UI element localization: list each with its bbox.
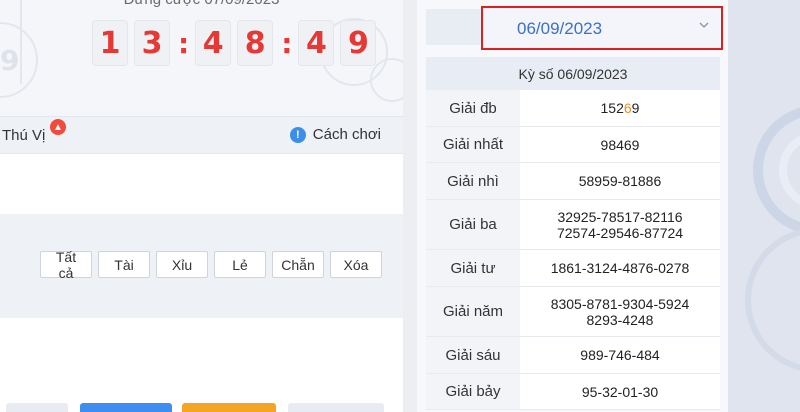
prize-label: Giải năm <box>426 287 520 336</box>
action-button[interactable] <box>80 403 172 412</box>
prize-number: 1861-3124-4876-0278 <box>550 260 690 276</box>
prize-number: 58959-81886 <box>578 173 662 189</box>
special-prize-prefix: 152 <box>600 100 624 116</box>
prize-number: 32925-78517-82116 <box>557 208 683 225</box>
prize-value: 98469 <box>520 127 720 162</box>
how-to-play-link[interactable]: ! Cách chơi <box>289 126 381 143</box>
prize-number: 72574-29546-87724 <box>556 224 684 241</box>
prize-number: 8305-8781-9304-5924 <box>550 295 690 312</box>
filter-chan-button[interactable]: Chẵn <box>272 251 324 278</box>
prize-label: Giải sáu <box>426 337 520 373</box>
draw-date-value: 06/09/2023 <box>517 19 603 38</box>
filter-all-button[interactable]: Tất cả <box>40 249 92 281</box>
filter-le-button[interactable]: Lẻ <box>214 251 266 278</box>
table-row: Giải nhì 58959-81886 <box>426 163 720 200</box>
draw-date-select[interactable]: 06/09/2023 <box>481 6 723 50</box>
table-row: Giải nhất 98469 <box>426 127 720 163</box>
countdown-timer: 1 3 : 4 8 : 4 9 <box>92 20 382 66</box>
countdown-digit: 3 <box>134 20 170 66</box>
info-icon: ! <box>289 126 306 143</box>
filter-tai-button[interactable]: Tài <box>98 251 150 278</box>
countdown-digit: 1 <box>92 20 128 66</box>
table-row: Giải sáu 989-746-484 <box>426 337 720 374</box>
chevron-down-icon <box>699 22 709 28</box>
countdown-separator: : <box>178 26 190 60</box>
decorative-swirl-background <box>728 0 800 412</box>
prize-value: 15269 <box>520 90 720 126</box>
countdown-banner: 49 18 Dừng cược 07/09/2023 1 3 : 4 8 : 4… <box>0 0 403 116</box>
countdown-digit: 4 <box>195 20 232 66</box>
countdown-separator: : <box>281 26 293 60</box>
table-row: Giải đb 15269 <box>426 90 720 127</box>
draw-period-header: Kỳ số 06/09/2023 <box>426 57 720 90</box>
prize-value: 58959-81886 <box>520 163 720 199</box>
table-row: Giải ba 32925-78517-82116 72574-29546-87… <box>426 200 720 250</box>
number-grid-area <box>0 154 403 214</box>
countdown-digit: 8 <box>237 20 274 66</box>
prize-number: 8293-4248 <box>586 311 654 328</box>
prize-value: 989-746-484 <box>520 337 720 373</box>
prize-label: Giải bảy <box>426 374 520 409</box>
action-button[interactable] <box>288 403 384 412</box>
panel-divider <box>403 0 417 412</box>
game-tab-bar: Thú Vị ▲ ! Cách chơi <box>0 116 403 154</box>
countdown-digit: 4 <box>298 20 335 66</box>
swirl-graphic <box>745 107 800 371</box>
special-prize-suffix: 9 <box>631 100 640 116</box>
banner-line-decoration <box>20 0 22 84</box>
prize-number: 98469 <box>600 136 640 153</box>
results-table: Giải đb 15269 Giải nhất 98469 Giải nhì 5… <box>426 90 720 410</box>
table-row: Giải tư 1861-3124-4876-0278 <box>426 250 720 287</box>
filter-clear-button[interactable]: Xóa <box>330 251 382 278</box>
prize-label: Giải tư <box>426 250 520 286</box>
prize-number: 95-32-01-30 <box>581 383 659 400</box>
table-row: Giải bảy 95-32-01-30 <box>426 374 720 410</box>
how-to-play-label: Cách chơi <box>312 126 381 143</box>
special-prize-highlight-digit: 6 <box>623 100 632 116</box>
lottery-ball-decoration: 49 <box>0 22 38 98</box>
countdown-digit: 9 <box>340 20 377 66</box>
betting-panel: 49 18 Dừng cược 07/09/2023 1 3 : 4 8 : 4… <box>0 0 403 412</box>
action-button[interactable] <box>6 403 68 412</box>
prize-value: 32925-78517-82116 72574-29546-87724 <box>520 200 720 249</box>
prize-label: Giải nhì <box>426 163 520 199</box>
filter-xiu-button[interactable]: Xỉu <box>156 251 208 278</box>
prize-label: Giải đb <box>426 90 520 126</box>
hot-fire-icon: ▲ <box>50 119 66 135</box>
bet-cutoff-text: Dừng cược 07/09/2023 <box>0 0 403 8</box>
prize-label: Giải ba <box>426 200 520 249</box>
prize-number: 989-746-484 <box>580 347 660 363</box>
prize-value: 95-32-01-30 <box>520 374 720 409</box>
prize-label: Giải nhất <box>426 127 520 162</box>
table-row: Giải năm 8305-8781-9304-5924 8293-4248 <box>426 287 720 337</box>
prize-value: 1861-3124-4876-0278 <box>520 250 720 286</box>
action-button[interactable] <box>182 403 276 412</box>
tab-thu-vi[interactable]: Thú Vị <box>2 127 45 144</box>
prize-value: 8305-8781-9304-5924 8293-4248 <box>520 287 720 336</box>
special-prize-number: 15269 <box>601 100 640 116</box>
